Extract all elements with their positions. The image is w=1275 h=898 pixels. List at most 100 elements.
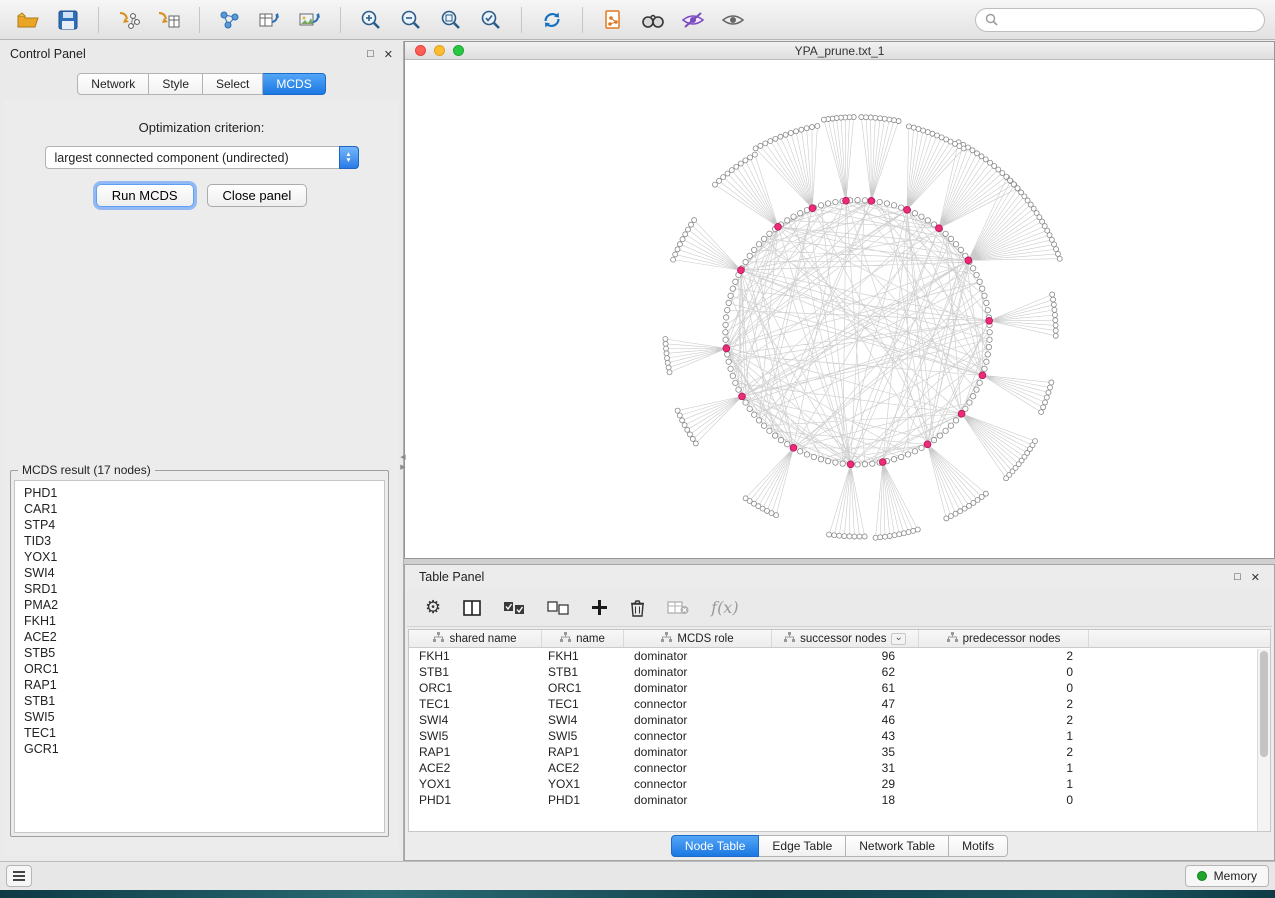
zoom-out-icon[interactable] xyxy=(393,5,429,35)
add-column-icon[interactable] xyxy=(591,599,608,616)
table-row[interactable]: SWI5SWI5connector431 xyxy=(409,728,1270,744)
table-cell: dominator xyxy=(624,681,772,695)
table-cell: 2 xyxy=(919,649,1089,663)
table-settings-icon[interactable]: ⚙ xyxy=(425,597,441,618)
mcds-result-item[interactable]: ORC1 xyxy=(24,661,384,677)
table-row[interactable]: RAP1RAP1dominator352 xyxy=(409,744,1270,760)
table-cell: dominator xyxy=(624,745,772,759)
table-row[interactable]: FKH1FKH1dominator962 xyxy=(409,648,1270,664)
mcds-result-item[interactable]: TEC1 xyxy=(24,725,384,741)
mcds-result-item[interactable]: CAR1 xyxy=(24,501,384,517)
control-tab-network[interactable]: Network xyxy=(77,73,149,95)
column-header-shared-name[interactable]: shared name xyxy=(409,630,542,647)
close-panel-icon[interactable]: ✕ xyxy=(384,48,393,61)
control-tab-mcds[interactable]: MCDS xyxy=(263,73,325,95)
mcds-result-item[interactable]: STB5 xyxy=(24,645,384,661)
table-cell: 2 xyxy=(919,713,1089,727)
task-history-button[interactable] xyxy=(6,865,32,887)
function-builder-icon[interactable]: f(x) xyxy=(711,598,738,617)
table-cell: 2 xyxy=(919,697,1089,711)
mcds-result-list[interactable]: PHD1CAR1STP4TID3YOX1SWI4SRD1PMA2FKH1ACE2… xyxy=(14,480,385,833)
main-area: Control Panel □ ✕ NetworkStyleSelectMCDS… xyxy=(0,41,1275,861)
mcds-result-item[interactable]: SWI5 xyxy=(24,709,384,725)
table-tab-node-table[interactable]: Node Table xyxy=(671,835,760,857)
table-row[interactable]: PHD1PHD1dominator180 xyxy=(409,792,1270,808)
table-row[interactable]: ORC1ORC1dominator610 xyxy=(409,680,1270,696)
import-network-icon[interactable] xyxy=(111,5,147,35)
table-row[interactable]: ACE2ACE2connector311 xyxy=(409,760,1270,776)
delete-column-icon[interactable] xyxy=(630,599,645,617)
table-scrollbar[interactable] xyxy=(1257,649,1270,831)
table-row[interactable]: YOX1YOX1connector291 xyxy=(409,776,1270,792)
open-session-icon[interactable] xyxy=(10,5,46,35)
table-tab-edge-table[interactable]: Edge Table xyxy=(759,835,846,857)
show-columns-icon[interactable] xyxy=(463,600,481,616)
select-all-icon[interactable] xyxy=(503,601,525,615)
table-tab-motifs[interactable]: Motifs xyxy=(949,835,1008,857)
close-panel-icon[interactable]: ✕ xyxy=(1251,571,1260,584)
mcds-result-item[interactable]: RAP1 xyxy=(24,677,384,693)
panel-splitter-handle[interactable]: ◀▶ xyxy=(398,453,408,475)
deselect-all-icon[interactable] xyxy=(547,601,569,615)
save-session-icon[interactable] xyxy=(50,5,86,35)
network-canvas[interactable] xyxy=(405,60,1274,558)
mcds-result-item[interactable]: TID3 xyxy=(24,533,384,549)
mcds-result-item[interactable]: STB1 xyxy=(24,693,384,709)
column-type-icon xyxy=(947,632,958,645)
hide-details-icon[interactable] xyxy=(675,5,711,35)
control-tab-select[interactable]: Select xyxy=(203,73,263,95)
mcds-result-item[interactable]: FKH1 xyxy=(24,613,384,629)
table-cell: 47 xyxy=(772,697,919,711)
delete-table-icon[interactable] xyxy=(667,600,689,615)
sort-menu-icon[interactable]: ⌄ xyxy=(891,633,905,645)
refresh-view-icon[interactable] xyxy=(534,5,570,35)
table-tab-network-table[interactable]: Network Table xyxy=(846,835,949,857)
global-search[interactable] xyxy=(975,8,1265,32)
mcds-result-item[interactable]: SWI4 xyxy=(24,565,384,581)
zoom-selected-icon[interactable] xyxy=(473,5,509,35)
table-row[interactable]: SWI4SWI4dominator462 xyxy=(409,712,1270,728)
mcds-result-item[interactable]: STP4 xyxy=(24,517,384,533)
close-panel-button[interactable]: Close panel xyxy=(207,184,308,207)
toolbar-separator xyxy=(582,7,583,33)
control-tab-style[interactable]: Style xyxy=(149,73,203,95)
control-panel-header: Control Panel □ ✕ xyxy=(0,41,403,67)
minimize-window-icon[interactable] xyxy=(434,45,445,56)
column-header-MCDS-role[interactable]: MCDS role xyxy=(624,630,772,647)
table-cell: connector xyxy=(624,729,772,743)
run-mcds-button[interactable]: Run MCDS xyxy=(96,184,194,207)
table-cell: STB1 xyxy=(542,665,624,679)
import-table-icon[interactable] xyxy=(151,5,187,35)
table-cell: FKH1 xyxy=(542,649,624,663)
new-network-icon[interactable] xyxy=(212,5,248,35)
column-header-successor-nodes[interactable]: successor nodes⌄ xyxy=(772,630,919,647)
optimization-criterion-select[interactable]: largest connected component (undirected)… xyxy=(45,146,359,169)
column-header-predecessor-nodes[interactable]: predecessor nodes xyxy=(919,630,1089,647)
maximize-window-icon[interactable] xyxy=(453,45,464,56)
close-window-icon[interactable] xyxy=(415,45,426,56)
mcds-result-item[interactable]: ACE2 xyxy=(24,629,384,645)
network-window: YPA_prune.txt_1 xyxy=(404,41,1275,559)
optimization-criterion-label: Optimization criterion: xyxy=(4,120,399,135)
mcds-result-item[interactable]: SRD1 xyxy=(24,581,384,597)
mcds-result-item[interactable]: GCR1 xyxy=(24,741,384,757)
mcds-result-item[interactable]: PHD1 xyxy=(24,485,384,501)
show-details-icon[interactable] xyxy=(715,5,751,35)
zoom-fit-icon[interactable] xyxy=(433,5,469,35)
table-row[interactable]: STB1STB1dominator620 xyxy=(409,664,1270,680)
column-header-name[interactable]: name xyxy=(542,630,624,647)
export-image-icon[interactable] xyxy=(292,5,328,35)
mcds-result-item[interactable]: PMA2 xyxy=(24,597,384,613)
export-document-icon[interactable] xyxy=(595,5,631,35)
mcds-result-item[interactable]: YOX1 xyxy=(24,549,384,565)
table-row[interactable]: TEC1TEC1connector472 xyxy=(409,696,1270,712)
zoom-in-icon[interactable] xyxy=(353,5,389,35)
search-input[interactable] xyxy=(1004,13,1255,27)
float-panel-icon[interactable]: □ xyxy=(367,48,374,61)
scrollbar-thumb[interactable] xyxy=(1260,651,1268,757)
float-panel-icon[interactable]: □ xyxy=(1234,571,1241,584)
search-network-icon[interactable] xyxy=(635,5,671,35)
import-network-file-icon[interactable] xyxy=(252,5,288,35)
memory-button[interactable]: Memory xyxy=(1185,865,1269,887)
table-panel-title: Table Panel xyxy=(419,570,484,584)
